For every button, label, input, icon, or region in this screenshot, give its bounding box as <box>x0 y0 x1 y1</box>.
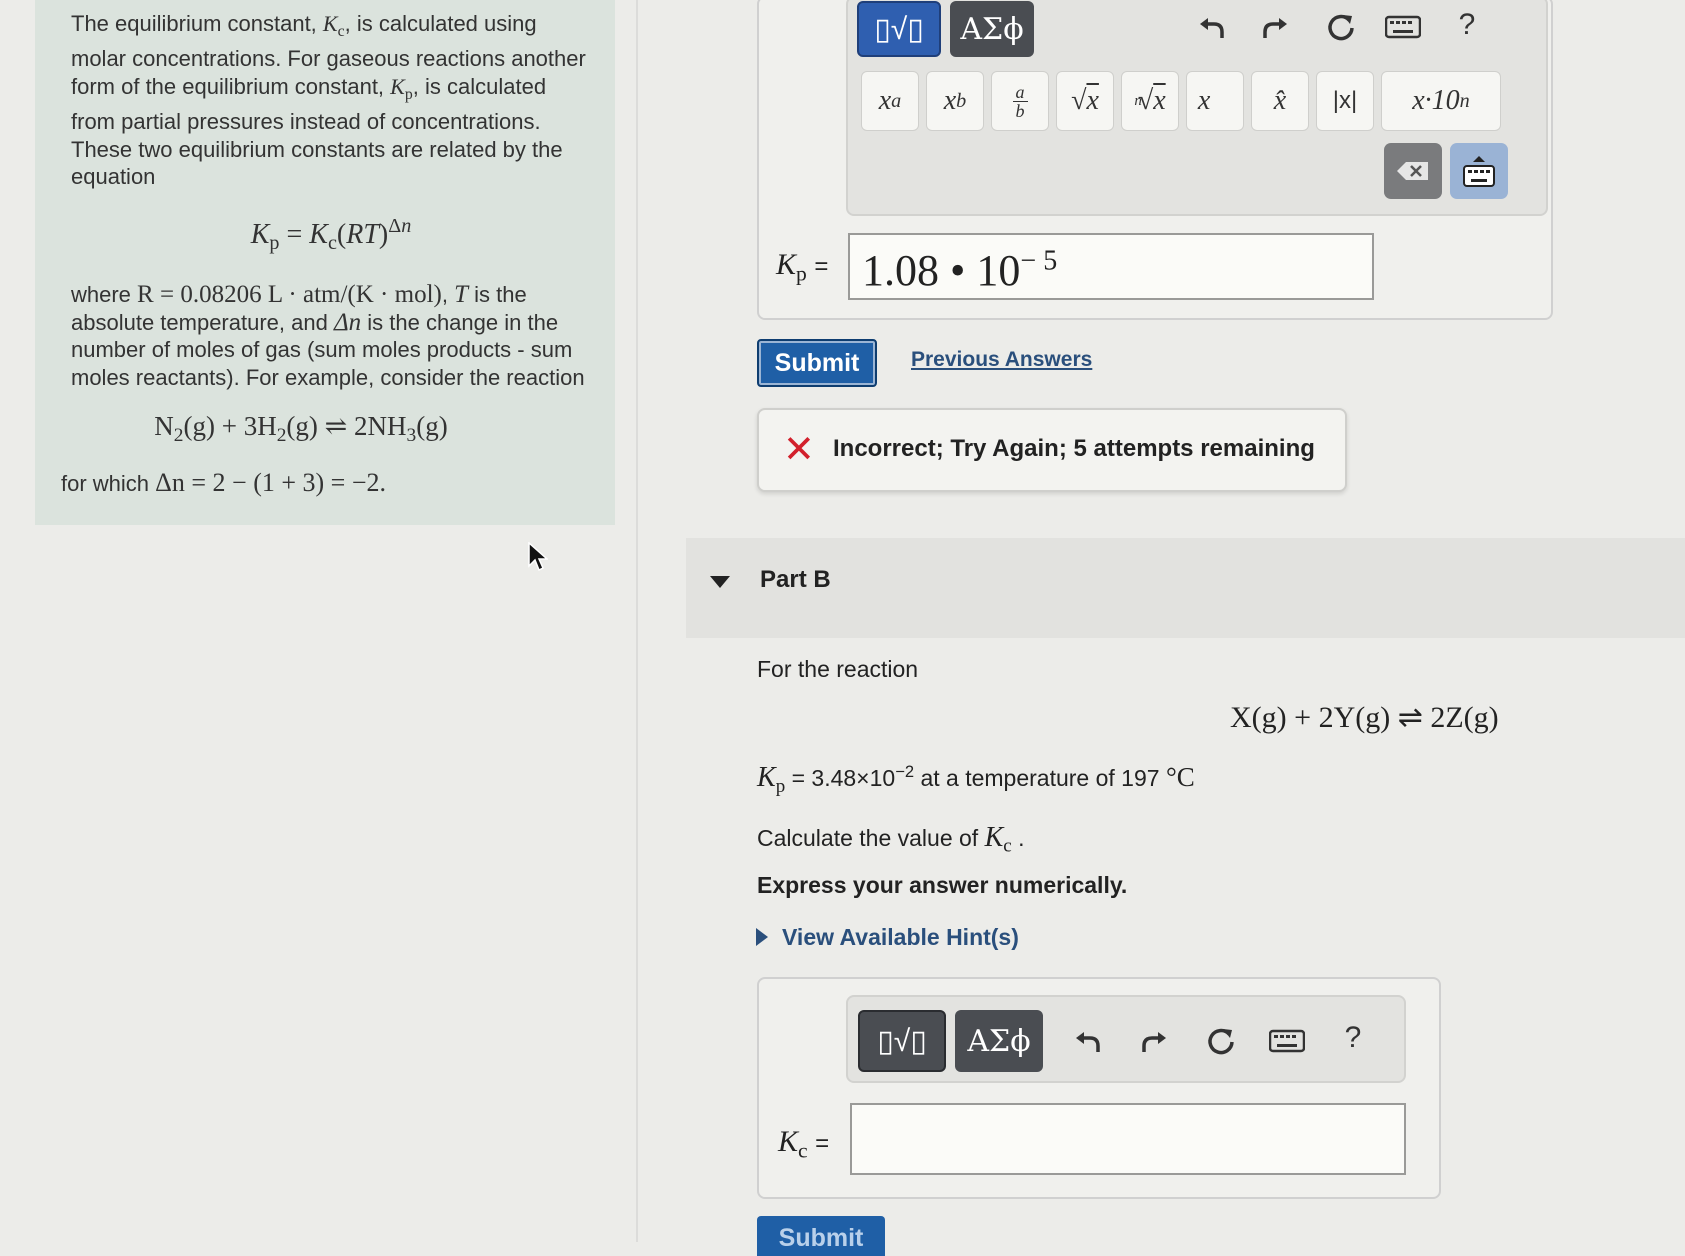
absolute-value-template-button[interactable]: |x| <box>1316 71 1374 131</box>
part-b-header[interactable]: Part B <box>686 538 1685 638</box>
mouse-cursor-icon <box>528 542 548 572</box>
part-b-title: Part B <box>760 566 831 593</box>
collapse-caret-icon[interactable] <box>710 576 730 588</box>
help-button[interactable]: ? <box>1446 4 1488 46</box>
undo-icon-b[interactable] <box>1066 1020 1108 1062</box>
example-reaction: N2(g) + 3H2(g) ⇌ 2NH3(g) <box>154 411 448 446</box>
intro-panel: The equilibrium constant, Kc, is calcula… <box>35 0 615 525</box>
superscript-template-button[interactable]: xa <box>861 71 919 131</box>
intro-paragraph-2: where R = 0.08206 L · atm/(K · mol), T i… <box>71 281 585 390</box>
reset-icon-b[interactable] <box>1200 1020 1242 1062</box>
keyboard-icon[interactable] <box>1382 6 1424 48</box>
kp-kc-equation: Kp = Kc(RT)Δn <box>250 214 412 254</box>
column-divider <box>636 0 638 1242</box>
vector-template-button[interactable]: x⃗ <box>1186 71 1244 131</box>
part-a-submit-button[interactable]: Submit <box>757 339 877 387</box>
part-b-reaction: X(g) + 2Y(g) ⇌ 2Z(g) <box>1230 701 1499 734</box>
templates-button-b[interactable]: ▯√▯ <box>858 1010 946 1072</box>
intro-paragraph-3: for which Δn = 2 − (1 + 3) = −2. <box>61 468 387 498</box>
part-b-question: Calculate the value of Kc . <box>757 822 1025 857</box>
kp-answer-field[interactable]: 1.08 • 10− 5 <box>848 233 1374 300</box>
incorrect-icon: ✕ <box>783 429 815 471</box>
view-hints-link[interactable]: View Available Hint(s) <box>756 924 1019 951</box>
part-a-math-toolbar: ▯√▯ ΑΣϕ ? xa xb ab √ x n √ x x⃗ x̂ |x| x·10… <box>846 0 1548 216</box>
redo-icon[interactable] <box>1255 6 1297 48</box>
feedback-box: ✕ Incorrect; Try Again; 5 attempts remai… <box>757 408 1347 492</box>
part-b-intro: For the reaction <box>757 656 919 682</box>
kc-answer-label: Kc = <box>778 1125 830 1163</box>
undo-icon[interactable] <box>1190 6 1232 48</box>
expand-caret-icon <box>756 928 768 946</box>
feedback-message: Incorrect; Try Again; 5 attempts remaini… <box>833 435 1315 462</box>
backspace-icon[interactable] <box>1384 143 1442 199</box>
part-b-math-toolbar: ▯√▯ ΑΣϕ ? <box>846 995 1406 1083</box>
kp-answer-label: Kp = <box>776 248 829 286</box>
reset-icon[interactable] <box>1320 6 1362 48</box>
part-b-submit-button[interactable]: Submit <box>757 1216 885 1256</box>
scientific-notation-template-button[interactable]: x·10 n <box>1381 71 1501 131</box>
previous-answers-link[interactable]: Previous Answers <box>911 348 1092 372</box>
fraction-template-button[interactable]: ab <box>991 71 1049 131</box>
keyboard-icon-b[interactable] <box>1266 1020 1308 1062</box>
nth-root-template-button[interactable]: n √ x <box>1121 71 1179 131</box>
unit-vector-template-button[interactable]: x̂ <box>1251 71 1309 131</box>
kc-answer-field[interactable] <box>850 1103 1406 1175</box>
greek-symbols-button-b[interactable]: ΑΣϕ <box>955 1010 1043 1072</box>
intro-paragraph-1: The equilibrium constant, Kc, is calcula… <box>71 11 586 189</box>
part-b-kp-line: Kp = 3.48×10−2 at a temperature of 197 °… <box>757 762 1195 797</box>
part-b-instruction: Express your answer numerically. <box>757 872 1128 898</box>
templates-button[interactable]: ▯√▯ <box>857 1 941 57</box>
square-root-template-button[interactable]: √ x <box>1056 71 1114 131</box>
subscript-template-button[interactable]: xb <box>926 71 984 131</box>
help-button-b[interactable]: ? <box>1332 1017 1374 1059</box>
toggle-keyboard-icon[interactable] <box>1450 143 1508 199</box>
redo-icon-b[interactable] <box>1134 1020 1176 1062</box>
greek-symbols-button[interactable]: ΑΣϕ <box>950 1 1034 57</box>
kp-answer-value: 1.08 • 10− 5 <box>862 245 1058 295</box>
